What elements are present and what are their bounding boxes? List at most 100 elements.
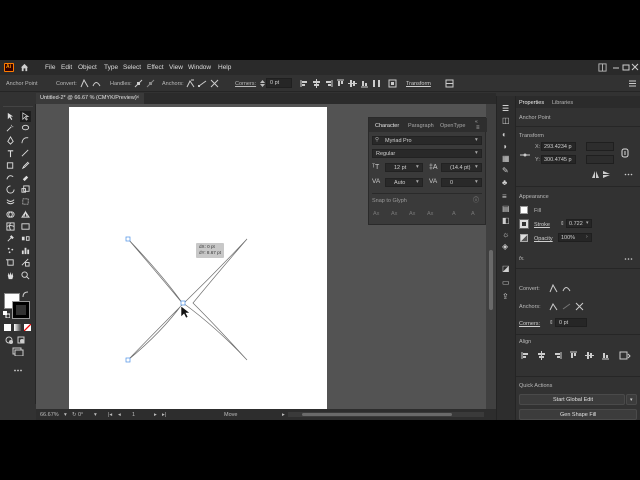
arrange-documents-icon[interactable] bbox=[598, 63, 607, 72]
menu-effect[interactable]: Effect bbox=[147, 64, 164, 71]
tracking-dropdown-icon[interactable]: ▾ bbox=[475, 179, 478, 186]
graphic-styles-panel-icon[interactable]: ◈ bbox=[502, 242, 512, 252]
constrain-proportions-icon[interactable] bbox=[621, 148, 629, 158]
scale-tool-icon[interactable] bbox=[21, 185, 30, 194]
rotation-dropdown-icon[interactable]: ▾ bbox=[94, 412, 97, 418]
pp-align-middle-icon[interactable] bbox=[585, 351, 594, 360]
align-bottom-icon[interactable] bbox=[360, 79, 369, 88]
pp-corners-label[interactable]: Corners: bbox=[519, 321, 540, 327]
font-style-field[interactable]: Regular ▾ bbox=[372, 149, 482, 158]
prev-artboard-icon[interactable]: ◂ bbox=[118, 412, 121, 418]
gen-shape-fill-button[interactable]: Gen Shape Fill bbox=[519, 409, 637, 420]
rectangle-tool-icon[interactable] bbox=[6, 161, 15, 170]
menu-file[interactable]: File bbox=[45, 64, 55, 71]
libraries-panel-icon[interactable]: ◫ bbox=[502, 116, 512, 126]
tab-properties[interactable]: Properties bbox=[519, 100, 544, 106]
snap-glyph-button-5[interactable]: A bbox=[452, 211, 462, 220]
snap-glyph-button-2[interactable]: Ax bbox=[391, 211, 401, 220]
asset-export-panel-icon[interactable]: ⇪ bbox=[502, 292, 512, 302]
snap-glyph-button-4[interactable]: Ax bbox=[427, 211, 437, 220]
screen-mode-icon[interactable] bbox=[12, 347, 24, 356]
home-icon[interactable] bbox=[20, 63, 29, 72]
lasso-tool-icon[interactable] bbox=[21, 124, 30, 133]
global-edit-options-button[interactable]: ▾ bbox=[626, 394, 637, 405]
leading-field[interactable]: (14.4 pt) ▾ bbox=[441, 163, 482, 172]
width-tool-icon[interactable] bbox=[6, 197, 15, 206]
stroke-weight-field[interactable]: 0.722 ▾ bbox=[566, 219, 592, 228]
fx-label[interactable]: fx. bbox=[519, 256, 525, 262]
pp-align-top-icon[interactable] bbox=[569, 351, 578, 360]
default-fill-stroke-icon[interactable] bbox=[3, 311, 10, 318]
menu-view[interactable]: View bbox=[169, 64, 183, 71]
leading-dropdown-icon[interactable]: ▾ bbox=[475, 164, 478, 171]
direct-selection-tool-icon[interactable] bbox=[20, 111, 31, 122]
flip-vertical-icon[interactable] bbox=[602, 170, 611, 179]
anchor-point-top-left[interactable] bbox=[125, 236, 131, 242]
artboard-number[interactable]: 1 bbox=[132, 412, 135, 418]
line-segment-tool-icon[interactable] bbox=[21, 149, 30, 158]
character-panel-menu-icon[interactable]: ≡ bbox=[476, 125, 480, 131]
mesh-tool-icon[interactable] bbox=[6, 222, 15, 231]
menu-object[interactable]: Object bbox=[78, 64, 97, 71]
pen-tool-icon[interactable] bbox=[6, 136, 15, 146]
stroke-color-swatch[interactable] bbox=[519, 219, 529, 229]
font-style-dropdown-icon[interactable]: ▾ bbox=[475, 150, 478, 157]
magic-wand-tool-icon[interactable] bbox=[6, 124, 15, 133]
tracking-field[interactable]: 0 ▾ bbox=[441, 178, 482, 187]
shaper-tool-icon[interactable] bbox=[6, 173, 15, 182]
menu-edit[interactable]: Edit bbox=[61, 64, 72, 71]
convert-smooth-icon[interactable] bbox=[92, 79, 101, 88]
menu-select[interactable]: Select bbox=[123, 64, 141, 71]
pp-align-bottom-icon[interactable] bbox=[601, 351, 610, 360]
snap-info-icon[interactable]: ⓘ bbox=[473, 198, 479, 204]
stroke-weight-dropdown-icon[interactable]: ▾ bbox=[586, 221, 589, 226]
color-panel-icon[interactable]: ◐ bbox=[502, 130, 512, 140]
first-artboard-icon[interactable]: |◂ bbox=[108, 412, 112, 418]
paintbrush-tool-icon[interactable] bbox=[21, 161, 30, 170]
close-icon[interactable] bbox=[631, 63, 639, 72]
height-field[interactable] bbox=[586, 155, 614, 164]
rotation-value[interactable]: 0° bbox=[78, 412, 83, 418]
opacity-arrow-icon[interactable]: › bbox=[586, 235, 588, 240]
start-global-edit-button[interactable]: Start Global Edit bbox=[519, 394, 625, 405]
pp-convert-smooth-icon[interactable] bbox=[562, 284, 571, 293]
stroke-panel-icon[interactable]: ≡ bbox=[502, 192, 512, 202]
control-transform-link[interactable]: Transform bbox=[406, 81, 431, 87]
eyedropper-tool-icon[interactable] bbox=[6, 234, 15, 243]
menu-type[interactable]: Type bbox=[104, 64, 118, 71]
free-transform-tool-icon[interactable] bbox=[21, 197, 30, 206]
opacity-label[interactable]: Opacity bbox=[534, 236, 553, 242]
anchor-point-bottom-left[interactable] bbox=[125, 357, 131, 363]
curvature-tool-icon[interactable] bbox=[21, 136, 30, 145]
pp-align-to-icon[interactable] bbox=[619, 351, 631, 360]
width-field[interactable] bbox=[586, 142, 614, 151]
selection-tool-icon[interactable] bbox=[6, 112, 15, 121]
menu-help[interactable]: Help bbox=[218, 64, 231, 71]
draw-inside-icon[interactable] bbox=[17, 336, 26, 345]
zoom-dropdown-icon[interactable]: ▾ bbox=[64, 412, 67, 418]
pp-corners-stepper-icon[interactable]: ⇕ bbox=[549, 320, 554, 326]
font-size-dropdown-icon[interactable]: ▾ bbox=[416, 164, 419, 171]
hand-tool-icon[interactable] bbox=[6, 271, 15, 280]
type-tool-icon[interactable] bbox=[6, 149, 15, 158]
gradient-tool-icon[interactable] bbox=[21, 222, 30, 231]
font-family-field[interactable]: ⚲ Myriad Pro ▾ bbox=[372, 136, 482, 145]
convert-corner-icon[interactable] bbox=[80, 79, 89, 88]
flip-horizontal-icon[interactable] bbox=[591, 170, 600, 179]
kerning-field[interactable]: Auto ▾ bbox=[385, 178, 423, 187]
star-shape[interactable] bbox=[69, 107, 327, 412]
snap-glyph-button-1[interactable]: Ax bbox=[373, 211, 383, 220]
column-graph-tool-icon[interactable] bbox=[21, 246, 30, 255]
remove-anchor-icon[interactable] bbox=[186, 79, 195, 88]
align-left-icon[interactable] bbox=[300, 79, 309, 88]
color-guide-panel-icon[interactable]: ◑ bbox=[502, 142, 512, 152]
y-field[interactable]: 300.4745 p bbox=[541, 155, 576, 164]
pp-align-center-icon[interactable] bbox=[537, 351, 546, 360]
isolate-icon[interactable] bbox=[388, 79, 397, 88]
document-tab[interactable]: Untitled-2* @ 66.67 % (CMYK/Preview) × bbox=[36, 93, 144, 104]
app-logo[interactable]: Ai bbox=[4, 63, 14, 72]
swatches-panel-icon[interactable]: ▦ bbox=[502, 154, 512, 164]
appearance-more-icon[interactable] bbox=[624, 256, 633, 262]
opacity-field[interactable]: 100% › bbox=[558, 233, 592, 242]
stroke-label[interactable]: Stroke bbox=[534, 222, 550, 228]
